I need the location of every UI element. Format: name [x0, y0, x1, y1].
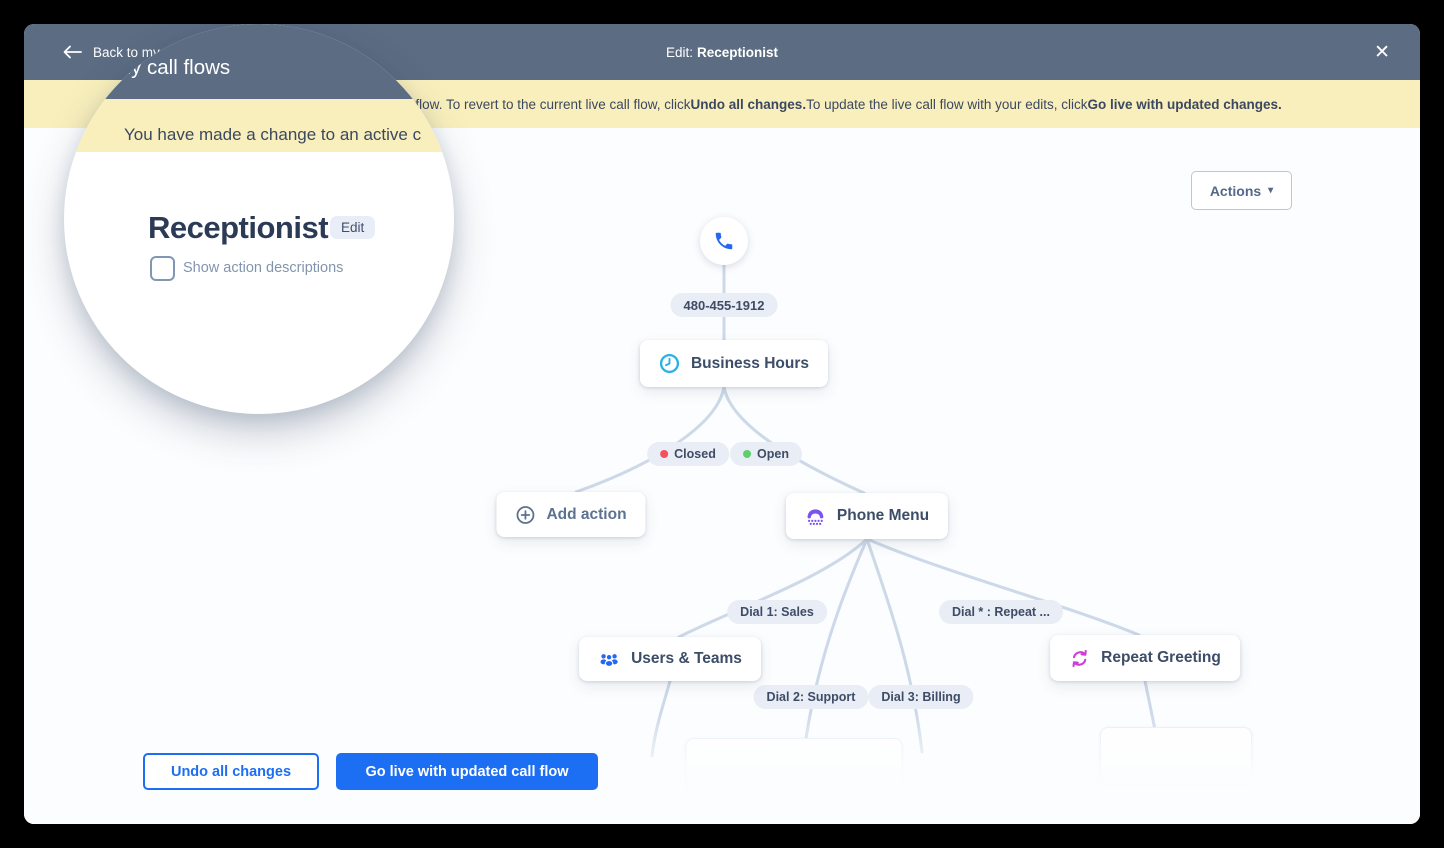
edge-closed-branch [576, 387, 724, 492]
closed-branch-pill: Closed [647, 442, 729, 466]
business-hours-label: Business Hours [691, 355, 809, 373]
phone-icon [713, 230, 735, 252]
phone-number: 480-455-1912 [684, 298, 765, 313]
banner-undo-bold: Undo all changes. [691, 97, 807, 112]
dial-1-pill: Dial 1: Sales [727, 600, 827, 624]
phone-menu-node[interactable]: Phone Menu [786, 493, 948, 539]
edge-dial2-branch [804, 539, 867, 752]
phone-number-node[interactable] [700, 217, 748, 265]
undo-button-label: Undo all changes [171, 764, 291, 780]
plus-circle-icon [515, 505, 535, 525]
actions-button[interactable]: Actions ▾ [1191, 171, 1292, 210]
chevron-down-icon: ▾ [1268, 185, 1273, 196]
spotlight-magnifier: my call flows You have made a change to … [64, 24, 454, 414]
open-branch-pill: Open [730, 442, 802, 466]
edge-users-teams-down [652, 681, 670, 756]
partial-node-card[interactable] [1100, 727, 1252, 784]
open-status-dot [743, 450, 751, 458]
phone-menu-label: Phone Menu [837, 507, 929, 525]
edge-open-branch [724, 387, 864, 493]
clock-icon [659, 353, 680, 374]
title-prefix: Edit: [666, 45, 693, 60]
go-live-button-label: Go live with updated call flow [365, 764, 568, 780]
magnified-banner-text: You have made a change to an active c [124, 125, 421, 145]
users-teams-node[interactable]: Users & Teams [579, 637, 761, 681]
dial-2-label: Dial 2: Support [767, 690, 856, 704]
show-action-descriptions-checkbox[interactable] [150, 256, 175, 281]
closed-status-dot [660, 450, 668, 458]
dial-3-pill: Dial 3: Billing [868, 685, 973, 709]
banner-text-part: To update the live call flow with your e… [806, 97, 1087, 112]
open-label: Open [757, 447, 789, 461]
edge-dial3-branch [867, 539, 922, 752]
magnified-header-text: my call flows [114, 56, 230, 80]
users-teams-label: Users & Teams [631, 650, 742, 668]
phone-menu-icon [805, 506, 826, 527]
call-flow-editor-window: Actions ▾ 480-455-1912 Business Hours Cl… [24, 24, 1420, 824]
users-group-icon [598, 648, 620, 670]
edit-badge[interactable]: Edit [330, 216, 375, 239]
add-action-label: Add action [546, 506, 626, 524]
dial-1-label: Dial 1: Sales [740, 605, 814, 619]
dial-star-label: Dial * : Repeat ... [952, 605, 1050, 619]
phone-number-pill: 480-455-1912 [671, 293, 778, 317]
banner-golive-bold: Go live with updated changes. [1087, 97, 1281, 112]
partial-node-card[interactable] [686, 738, 903, 795]
business-hours-node[interactable]: Business Hours [640, 340, 828, 387]
go-live-button[interactable]: Go live with updated call flow [336, 753, 598, 790]
closed-label: Closed [674, 447, 716, 461]
show-action-descriptions-label: Show action descriptions [183, 260, 343, 276]
flow-title: Receptionist [148, 210, 328, 246]
actions-button-label: Actions [1210, 183, 1261, 199]
close-button[interactable]: ✕ [1374, 24, 1390, 80]
add-action-node[interactable]: Add action [496, 492, 645, 537]
dial-star-pill: Dial * : Repeat ... [939, 600, 1063, 624]
repeat-greeting-label: Repeat Greeting [1101, 649, 1221, 667]
undo-all-changes-button[interactable]: Undo all changes [143, 753, 319, 790]
close-icon: ✕ [1374, 41, 1390, 64]
title-flow-name: Receptionist [697, 45, 778, 60]
repeat-icon [1069, 648, 1090, 669]
repeat-greeting-node[interactable]: Repeat Greeting [1050, 635, 1240, 681]
dial-3-label: Dial 3: Billing [881, 690, 960, 704]
dial-2-pill: Dial 2: Support [754, 685, 869, 709]
